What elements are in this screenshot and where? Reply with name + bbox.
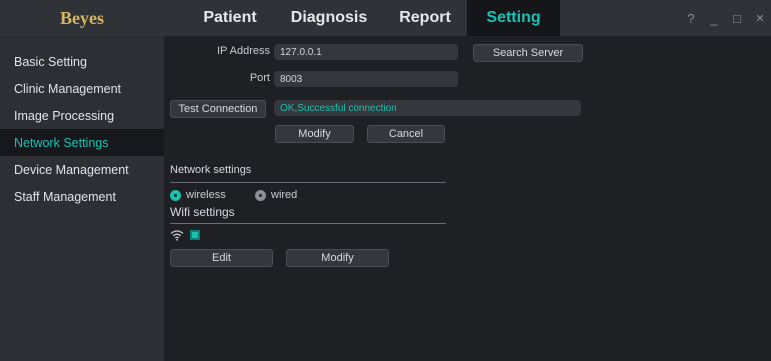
wired-radio[interactable]: wired (255, 189, 297, 201)
wireless-radio[interactable]: wireless (170, 189, 226, 201)
minimize-icon[interactable]: _ (703, 0, 725, 36)
wireless-label: wireless (186, 189, 226, 201)
port-label: Port (249, 72, 270, 84)
radio-selected-icon (170, 189, 181, 201)
wifi-modify-button[interactable]: Modify (286, 249, 389, 267)
app-logo: Beyes (60, 7, 104, 28)
network-divider (170, 182, 446, 183)
sidebar-item-staff-management[interactable]: Staff Management (0, 183, 164, 210)
sidebar: Basic Setting Clinic Management Image Pr… (0, 36, 164, 361)
sidebar-item-clinic-management[interactable]: Clinic Management (0, 75, 164, 102)
sidebar-item-network-settings[interactable]: Network Settings (0, 129, 164, 156)
server-modify-button[interactable]: Modify (275, 125, 354, 143)
wifi-edit-button[interactable]: Edit (170, 249, 273, 267)
search-server-button[interactable]: Search Server (473, 44, 583, 62)
sidebar-item-basic-setting[interactable]: Basic Setting (0, 48, 164, 75)
close-icon[interactable]: × (749, 0, 771, 36)
help-icon[interactable]: ? (680, 0, 702, 36)
tab-patient[interactable]: Patient (186, 0, 274, 36)
test-connection-button[interactable]: Test Connection (170, 100, 266, 118)
wifi-divider (170, 223, 446, 224)
network-settings-title: Network settings (170, 164, 252, 176)
port-field[interactable]: 8003 (274, 71, 458, 87)
radio-unselected-icon (255, 189, 266, 201)
connection-status: OK,Successful connection (274, 100, 581, 116)
maximize-icon[interactable]: □ (726, 0, 748, 36)
tab-setting[interactable]: Setting (467, 0, 560, 36)
ip-address-label: IP Address (217, 45, 270, 57)
server-cancel-button[interactable]: Cancel (367, 125, 445, 143)
sidebar-item-device-management[interactable]: Device Management (0, 156, 164, 183)
tab-diagnosis[interactable]: Diagnosis (282, 0, 376, 36)
top-bar: Beyes Patient Diagnosis Report Setting ?… (0, 0, 771, 36)
ip-address-field[interactable]: 127.0.0.1 (274, 44, 458, 60)
wifi-icon (170, 230, 184, 241)
wifi-settings-title: Wifi settings (170, 205, 235, 219)
tab-report[interactable]: Report (384, 0, 466, 36)
wired-label: wired (271, 189, 298, 201)
sidebar-item-image-processing[interactable]: Image Processing (0, 102, 164, 129)
main-panel: IP Address 127.0.0.1 Search Server Port … (164, 36, 771, 361)
wifi-checkbox[interactable] (190, 230, 200, 240)
